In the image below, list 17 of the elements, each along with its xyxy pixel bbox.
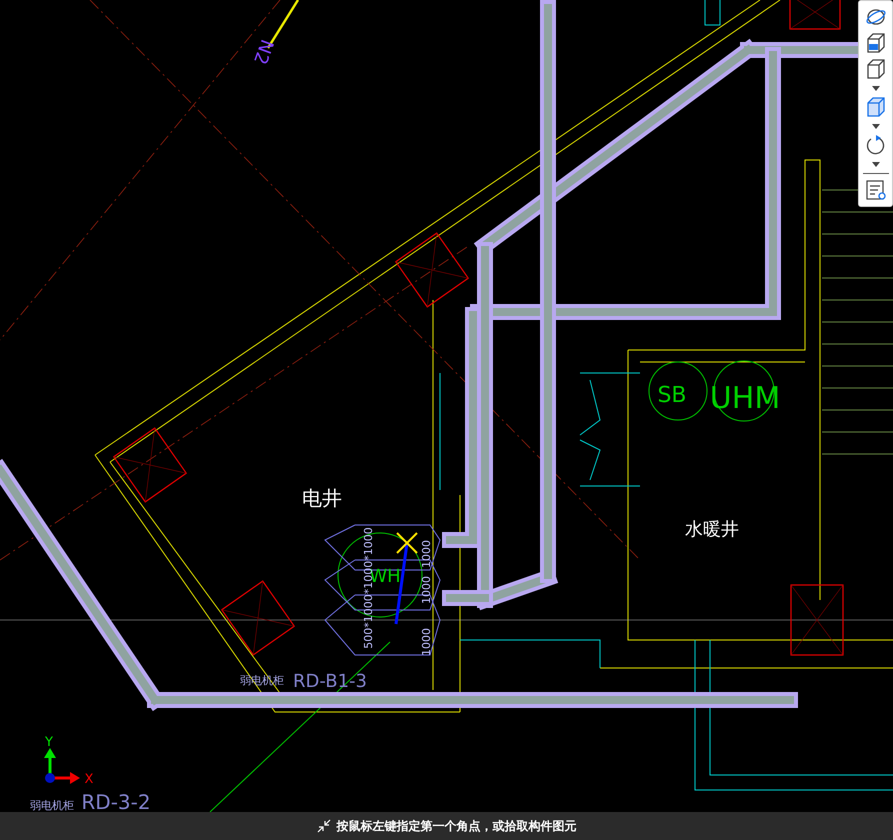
equipment-label: SB <box>657 383 687 408</box>
y-axis-label: Y <box>45 735 53 750</box>
dimension-label: 1000 <box>420 628 433 656</box>
cabinet-label: 弱电机柜 <box>30 799 74 812</box>
ucs-axes-icon <box>44 748 80 784</box>
dimension-label: 1000 <box>420 540 433 568</box>
cabinet-id-label: RD-3-2 <box>81 790 151 812</box>
command-prompt: 按鼠标左键指定第一个角点，或拾取构件图元 <box>336 818 576 834</box>
room-label: 水暖井 <box>685 519 739 540</box>
column-square <box>790 584 844 656</box>
room-label: 电井 <box>302 486 342 510</box>
tag-label: N2 <box>249 36 278 68</box>
collapse-icon <box>316 819 330 833</box>
dimension-label: 1000 <box>420 576 433 604</box>
cross-marker <box>396 532 418 554</box>
x-axis-label: X <box>84 772 94 787</box>
column-square <box>789 0 841 30</box>
